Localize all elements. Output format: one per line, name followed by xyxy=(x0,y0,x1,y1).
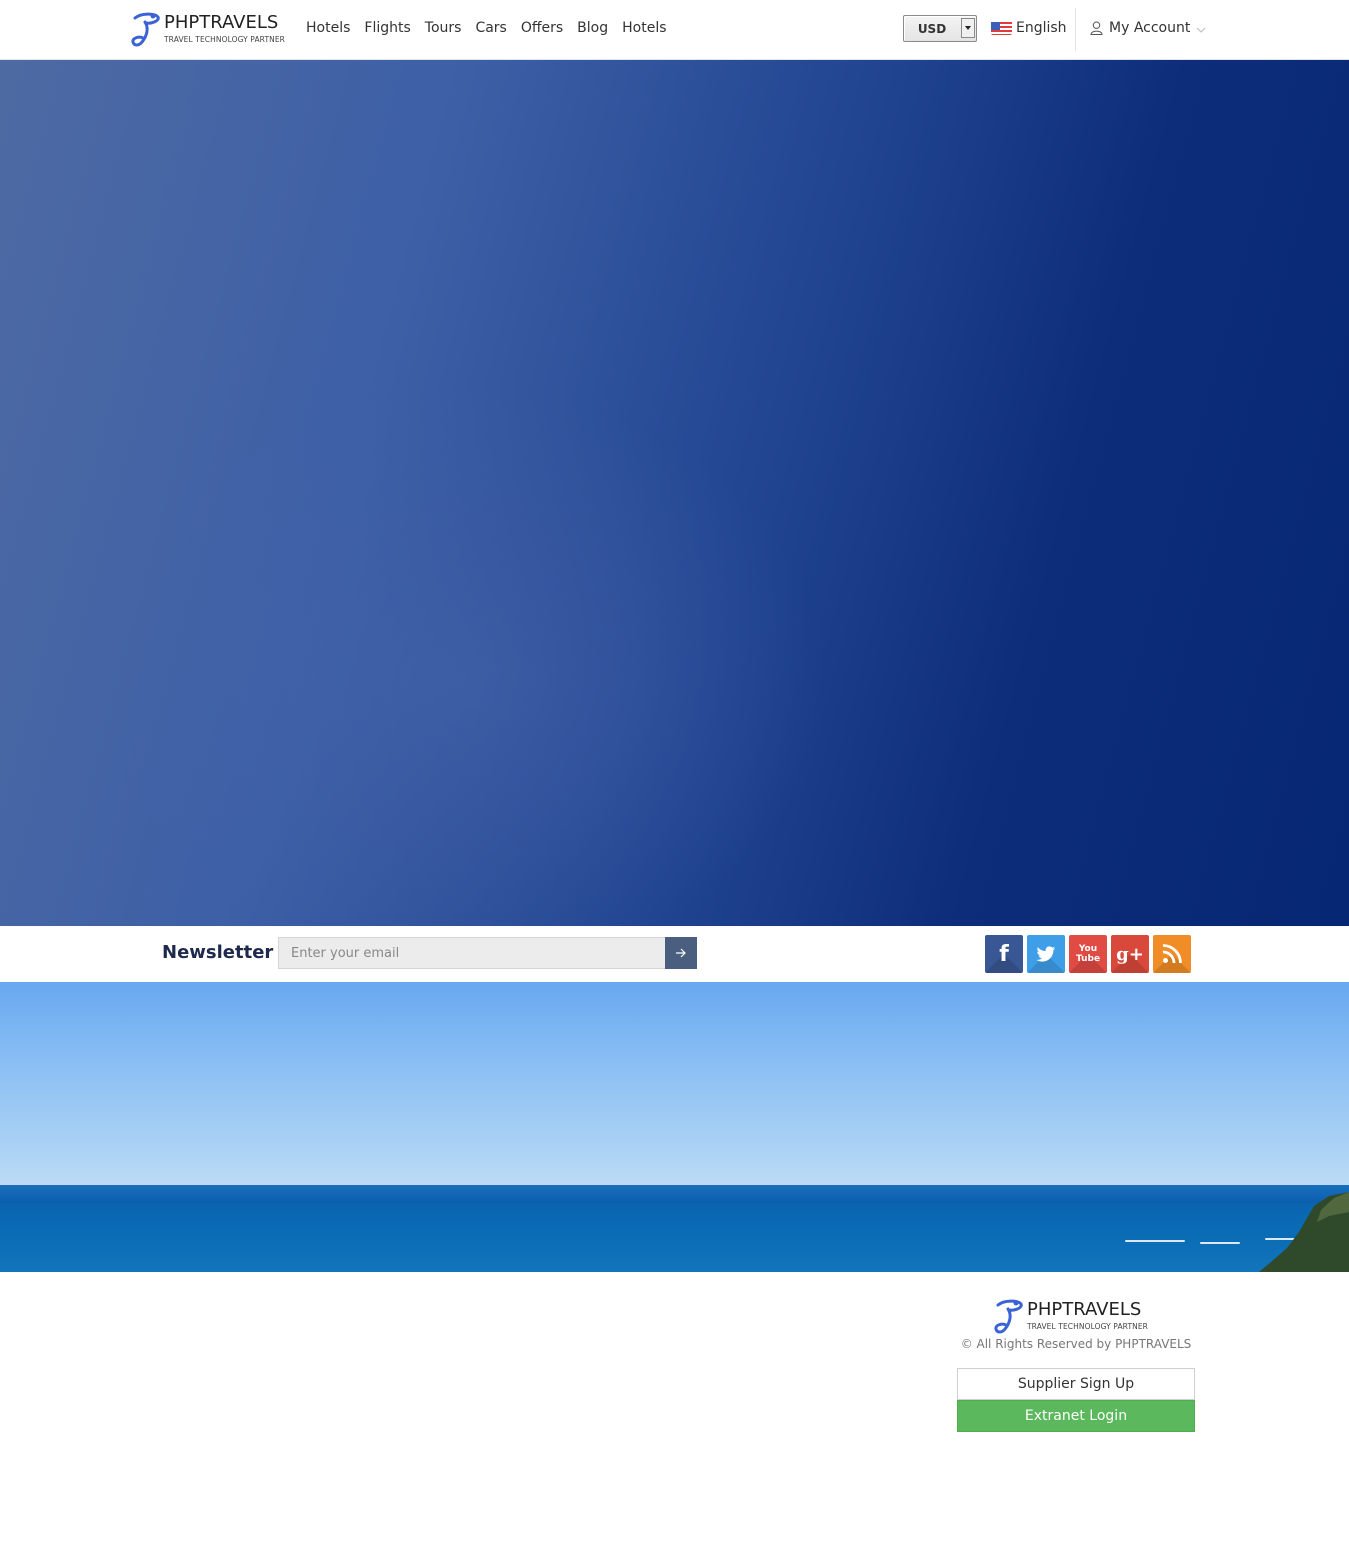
us-flag-icon xyxy=(991,21,1012,35)
nav-item-tours[interactable]: Tours xyxy=(425,20,462,36)
brand-tagline: TRAVEL TECHNOLOGY PARTNER xyxy=(164,35,285,44)
brand-logo[interactable]: PHPTRAVELS TRAVEL TECHNOLOGY PARTNER xyxy=(131,12,296,48)
copyright-text: © All Rights Reserved by PHPTRAVELS xyxy=(960,1337,1192,1351)
google-plus-icon: g+ xyxy=(1116,943,1144,965)
nav-item-offers[interactable]: Offers xyxy=(521,20,563,36)
facebook-icon: f xyxy=(999,941,1009,967)
newsletter-bar: Newsletter f You Tube g+ xyxy=(0,926,1349,982)
footer-brand-logo[interactable]: PHPTRAVELS TRAVEL TECHNOLOGY PARTNER xyxy=(994,1299,1164,1335)
hero-banner: · · xyxy=(0,60,1349,926)
youtube-label-bottom: Tube xyxy=(1075,954,1101,964)
top-header: PHPTRAVELS TRAVEL TECHNOLOGY PARTNER Hot… xyxy=(0,0,1349,60)
logo-mark-icon xyxy=(994,1299,1023,1334)
social-links: f You Tube g+ xyxy=(985,935,1191,973)
newsletter-title: Newsletter xyxy=(162,942,274,963)
nav-item-flights[interactable]: Flights xyxy=(364,20,410,36)
supplier-signup-button[interactable]: Supplier Sign Up xyxy=(957,1368,1195,1400)
rss-icon xyxy=(1162,944,1182,964)
youtube-icon: You Tube xyxy=(1076,944,1100,964)
twitter-button[interactable] xyxy=(1027,935,1065,973)
sea-wave xyxy=(1125,1240,1185,1242)
cliff-rock xyxy=(1259,1192,1349,1272)
sea-horizon xyxy=(0,1185,1349,1203)
google-plus-button[interactable]: g+ xyxy=(1111,935,1149,973)
main-nav: Hotels Flights Tours Cars Offers Blog Ho… xyxy=(306,20,681,36)
hero-loading-marks: · · xyxy=(638,430,761,434)
rss-button[interactable] xyxy=(1153,935,1191,973)
nav-item-hotels[interactable]: Hotels xyxy=(306,20,350,36)
footer-brand-tagline: TRAVEL TECHNOLOGY PARTNER xyxy=(1027,1322,1148,1331)
arrow-right-icon xyxy=(676,948,686,958)
chevron-down-icon xyxy=(1196,27,1206,33)
logo-mark-icon xyxy=(131,12,160,47)
my-account-label: My Account xyxy=(1109,20,1191,36)
sea-wave xyxy=(1200,1242,1240,1244)
user-icon xyxy=(1090,21,1103,35)
language-select[interactable]: English xyxy=(991,20,1067,36)
ocean-banner-image xyxy=(0,982,1349,1272)
my-account-menu[interactable]: My Account xyxy=(1090,20,1206,36)
facebook-button[interactable]: f xyxy=(985,935,1023,973)
brand-name: PHPTRAVELS xyxy=(164,12,279,33)
language-label: English xyxy=(1016,20,1067,36)
youtube-button[interactable]: You Tube xyxy=(1069,935,1107,973)
extranet-login-button[interactable]: Extranet Login xyxy=(957,1400,1195,1432)
youtube-label-top: You xyxy=(1078,944,1098,954)
currency-select[interactable]: USD xyxy=(903,15,977,42)
footer-brand-name: PHPTRAVELS xyxy=(1027,1299,1142,1320)
dropdown-arrow-icon[interactable] xyxy=(961,18,975,38)
nav-item-cars[interactable]: Cars xyxy=(475,20,506,36)
newsletter-submit-button[interactable] xyxy=(665,937,697,969)
nav-item-hotels-2[interactable]: Hotels xyxy=(622,20,666,36)
sea-water xyxy=(0,1203,1349,1272)
twitter-icon xyxy=(1036,945,1056,962)
nav-item-blog[interactable]: Blog xyxy=(577,20,608,36)
header-divider xyxy=(1075,8,1076,51)
currency-value: USD xyxy=(917,22,947,36)
newsletter-email-input[interactable] xyxy=(278,937,666,969)
